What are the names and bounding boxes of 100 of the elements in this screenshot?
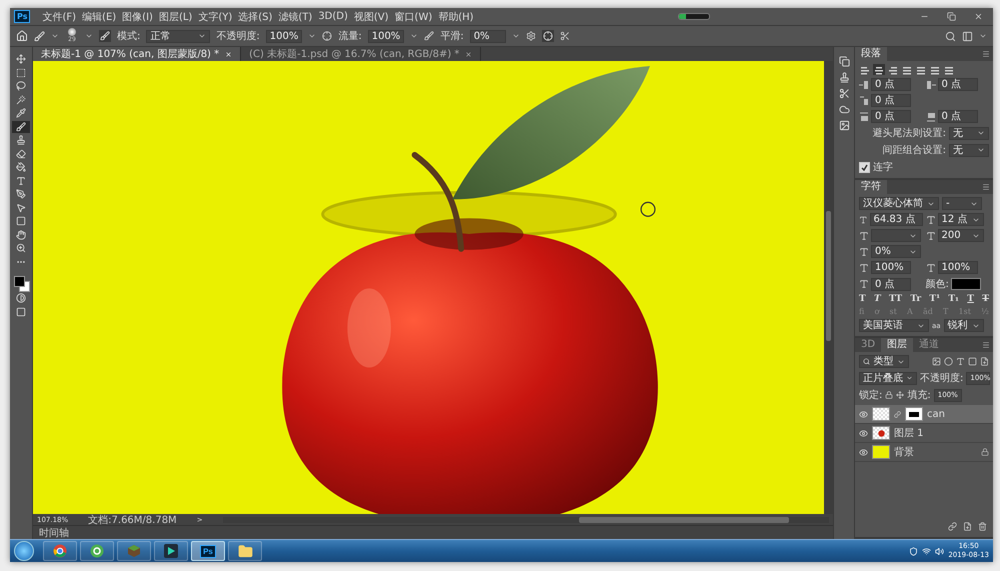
indent-field[interactable]: 0 点 bbox=[871, 110, 911, 123]
menu-item[interactable]: 帮助(H) bbox=[438, 10, 474, 24]
type-style-button[interactable]: T bbox=[982, 294, 989, 304]
baseline-field[interactable]: 0 点 bbox=[871, 278, 911, 290]
type-style-button[interactable]: T bbox=[874, 294, 881, 304]
align-button[interactable] bbox=[901, 64, 913, 75]
airbrush-icon[interactable] bbox=[424, 31, 434, 41]
flow-field[interactable]: 100% bbox=[368, 30, 404, 42]
brush-tool-button[interactable] bbox=[12, 120, 30, 133]
indent-field[interactable]: 0 点 bbox=[938, 78, 978, 91]
panel-menu-icon[interactable] bbox=[982, 50, 990, 58]
language-dropdown[interactable]: 美国英语 bbox=[859, 319, 929, 332]
tracking-field[interactable]: 200 bbox=[938, 229, 984, 242]
link-icon[interactable] bbox=[948, 522, 957, 531]
type-style-button[interactable]: T bbox=[967, 294, 974, 304]
antialias-dropdown[interactable]: 锐利 bbox=[944, 319, 984, 332]
panel-menu-icon[interactable] bbox=[982, 341, 990, 349]
layer-row[interactable]: 图层 1 bbox=[855, 424, 993, 443]
indent-field[interactable]: 0 点 bbox=[871, 78, 911, 91]
leading-field[interactable]: 12 点 bbox=[938, 213, 984, 226]
taskbar-app-button[interactable]: Ps bbox=[191, 541, 225, 561]
workspace-icon[interactable] bbox=[962, 30, 973, 42]
align-button[interactable] bbox=[929, 64, 941, 75]
hyphenate-checkbox[interactable] bbox=[859, 162, 870, 172]
close-icon[interactable] bbox=[465, 50, 472, 58]
trash-icon[interactable] bbox=[978, 522, 987, 531]
menu-item[interactable]: 文字(Y) bbox=[198, 10, 232, 24]
taskbar-app-button[interactable] bbox=[80, 541, 114, 561]
menu-item[interactable]: 窗口(W) bbox=[394, 10, 432, 24]
taskbar-app-button[interactable] bbox=[154, 541, 188, 561]
align-button[interactable] bbox=[915, 64, 927, 75]
network-icon[interactable] bbox=[922, 546, 932, 556]
horizontal-scrollbar[interactable] bbox=[222, 516, 829, 522]
brush-icon[interactable] bbox=[34, 30, 45, 42]
cloud-panel-icon[interactable] bbox=[838, 103, 850, 116]
blend-mode-dropdown[interactable]: 正片叠底 bbox=[859, 372, 917, 384]
pressure-size-button[interactable] bbox=[542, 30, 554, 42]
layer-row[interactable]: can bbox=[855, 405, 993, 424]
indent-field[interactable]: 0 点 bbox=[938, 110, 978, 123]
type-style-button[interactable]: T¹ bbox=[929, 294, 940, 304]
color-swatches[interactable] bbox=[13, 275, 29, 291]
color-swatch[interactable] bbox=[950, 278, 981, 290]
vertical-scrollbar[interactable] bbox=[824, 61, 833, 514]
panel-tab[interactable]: 3D bbox=[855, 338, 882, 352]
lock-position-icon[interactable] bbox=[896, 391, 904, 399]
search-icon[interactable] bbox=[945, 30, 956, 42]
home-icon[interactable] bbox=[16, 30, 28, 42]
menu-item[interactable]: 3D(D) bbox=[318, 11, 348, 22]
align-button[interactable] bbox=[887, 64, 899, 75]
panel-tab[interactable]: 图层 bbox=[881, 338, 914, 352]
align-button[interactable] bbox=[859, 64, 871, 75]
panel-tab[interactable]: 字符 bbox=[855, 180, 887, 194]
panel-tab[interactable]: 段落 bbox=[855, 47, 887, 61]
panel-tab[interactable]: 通道 bbox=[913, 338, 946, 352]
menu-item[interactable]: 编辑(E) bbox=[82, 10, 116, 24]
menu-item[interactable]: 视图(V) bbox=[354, 10, 389, 24]
visibility-icon[interactable] bbox=[859, 410, 868, 418]
pixel-filter-icon[interactable] bbox=[932, 357, 941, 366]
smart-filter-icon[interactable] bbox=[980, 357, 989, 366]
panel-menu-icon[interactable] bbox=[982, 183, 990, 191]
stamp-panel-icon[interactable] bbox=[838, 71, 850, 84]
start-button[interactable] bbox=[14, 541, 34, 561]
mode-dropdown[interactable]: 正常 bbox=[146, 30, 210, 42]
font-dropdown[interactable]: 汉仪菱心体简 bbox=[859, 197, 939, 210]
image-panel-icon[interactable] bbox=[838, 119, 850, 132]
visibility-icon[interactable] bbox=[859, 428, 868, 438]
menu-item[interactable]: 文件(F) bbox=[42, 10, 76, 24]
brush-settings-button[interactable] bbox=[99, 30, 111, 42]
horizontal-scale-field[interactable]: 100% bbox=[938, 261, 978, 274]
indent-field[interactable]: 0 点 bbox=[871, 94, 911, 107]
settings-icon[interactable] bbox=[526, 31, 536, 41]
type-style-button[interactable]: Tr bbox=[910, 294, 922, 304]
type-style-button[interactable]: T₁ bbox=[948, 294, 959, 304]
document-tab[interactable]: 未标题-1 @ 107% (can, 图层蒙版/8) * bbox=[33, 47, 242, 61]
visibility-icon[interactable] bbox=[859, 448, 868, 456]
smoothing-field[interactable]: 0% bbox=[470, 30, 506, 42]
menu-item[interactable]: 选择(S) bbox=[238, 10, 272, 24]
opacity-field[interactable]: 100% bbox=[266, 30, 302, 42]
menu-item[interactable]: 滤镜(T) bbox=[278, 10, 312, 24]
mojikumi-dropdown[interactable]: 无 bbox=[949, 144, 989, 156]
tsume-field[interactable]: 0% bbox=[871, 245, 921, 258]
type-style-button[interactable]: T bbox=[859, 294, 866, 304]
lock-icon[interactable] bbox=[885, 391, 894, 399]
menu-item[interactable]: 图像(I) bbox=[122, 10, 153, 24]
align-button[interactable] bbox=[873, 64, 885, 75]
font-style-dropdown[interactable]: - bbox=[942, 197, 982, 210]
taskbar-app-button[interactable] bbox=[43, 541, 77, 561]
align-button[interactable] bbox=[943, 64, 955, 75]
shield-icon[interactable] bbox=[909, 546, 918, 556]
menu-item[interactable]: 图层(L) bbox=[158, 10, 192, 24]
taskbar-app-button[interactable] bbox=[228, 541, 262, 561]
new-layer-icon[interactable] bbox=[963, 522, 972, 531]
scissors-panel-icon[interactable] bbox=[838, 87, 850, 100]
type-style-button[interactable]: TT bbox=[888, 294, 902, 304]
volume-icon[interactable] bbox=[935, 546, 944, 556]
kerning-field[interactable] bbox=[871, 229, 921, 242]
type-filter-icon[interactable] bbox=[956, 357, 965, 366]
adjustment-filter-icon[interactable] bbox=[944, 357, 953, 366]
kinsoku-dropdown[interactable]: 无 bbox=[949, 126, 989, 140]
vertical-scale-field[interactable]: 100% bbox=[871, 261, 911, 274]
